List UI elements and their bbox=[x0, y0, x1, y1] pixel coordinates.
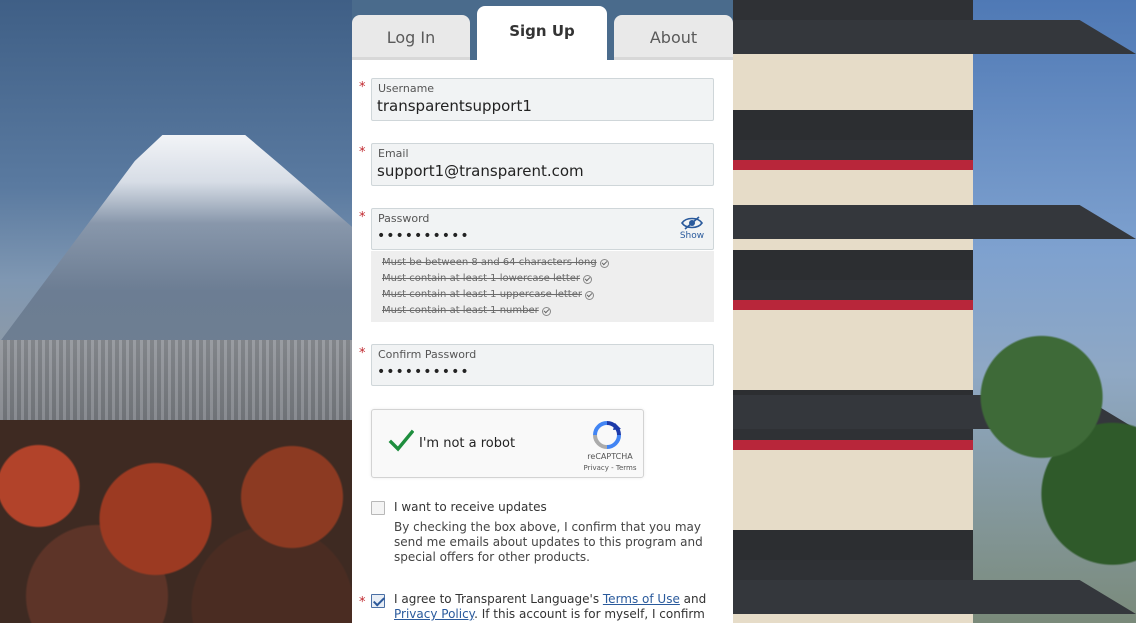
username-value: transparentsupport1 bbox=[377, 97, 532, 115]
password-rule: Must be between 8 and 64 characters long bbox=[382, 255, 714, 271]
pagoda-roof bbox=[733, 205, 1136, 239]
show-password-button[interactable]: Show bbox=[679, 216, 705, 248]
captcha-label: I'm not a robot bbox=[419, 436, 516, 451]
email-value: support1@transparent.com bbox=[377, 162, 584, 180]
check-circle-icon bbox=[599, 258, 609, 268]
signup-panel: * Username transparentsupport1 * Email s… bbox=[352, 60, 733, 623]
eye-icon bbox=[681, 216, 703, 230]
password-value: •••••••••• bbox=[377, 228, 470, 244]
required-marker: * bbox=[359, 80, 366, 95]
password-field[interactable]: Password •••••••••• Show bbox=[371, 208, 714, 250]
updates-description: By checking the box above, I confirm tha… bbox=[394, 520, 703, 564]
email-label: Email bbox=[378, 147, 409, 160]
recaptcha-links[interactable]: Privacy - Terms bbox=[578, 464, 642, 472]
recaptcha-brand: reCAPTCHA bbox=[587, 452, 633, 461]
updates-title: I want to receive updates bbox=[394, 500, 547, 514]
email-field[interactable]: Email support1@transparent.com bbox=[371, 143, 714, 186]
pagoda-roof bbox=[733, 20, 1136, 54]
required-marker: * bbox=[359, 145, 366, 160]
agree-checkbox[interactable] bbox=[371, 594, 385, 608]
password-rule: Must contain at least 1 uppercase letter bbox=[382, 287, 714, 303]
recaptcha-logo-icon bbox=[593, 421, 621, 449]
username-label: Username bbox=[378, 82, 435, 95]
check-circle-icon bbox=[541, 306, 551, 316]
tab-login[interactable]: Log In bbox=[352, 15, 470, 60]
password-rule: Must contain at least 1 number bbox=[382, 303, 714, 319]
recaptcha-widget: I'm not a robot reCAPTCHA Privacy - Term… bbox=[371, 409, 644, 478]
confirm-password-value: •••••••••• bbox=[377, 364, 470, 380]
confirm-password-field[interactable]: Confirm Password •••••••••• bbox=[371, 344, 714, 386]
username-field[interactable]: Username transparentsupport1 bbox=[371, 78, 714, 121]
captcha-checkmark-icon[interactable] bbox=[388, 428, 414, 454]
autumn-trees bbox=[0, 420, 370, 623]
password-label: Password bbox=[378, 212, 430, 225]
required-marker: * bbox=[359, 595, 366, 610]
check-circle-icon bbox=[583, 274, 593, 284]
show-password-label: Show bbox=[679, 231, 705, 241]
password-rules: Must be between 8 and 64 characters long… bbox=[371, 251, 714, 322]
terms-of-use-link[interactable]: Terms of Use bbox=[603, 592, 680, 606]
privacy-policy-link[interactable]: Privacy Policy bbox=[394, 607, 474, 621]
green-trees bbox=[900, 300, 1136, 623]
tab-signup[interactable]: Sign Up bbox=[477, 6, 607, 60]
updates-checkbox[interactable] bbox=[371, 501, 385, 515]
password-rule: Must contain at least 1 lowercase letter bbox=[382, 271, 714, 287]
check-circle-icon bbox=[585, 290, 594, 300]
required-marker: * bbox=[359, 210, 366, 225]
agree-text: I agree to Transparent Language's Terms … bbox=[394, 592, 707, 623]
required-marker: * bbox=[359, 346, 366, 361]
confirm-password-label: Confirm Password bbox=[378, 348, 477, 361]
tab-about[interactable]: About bbox=[614, 15, 733, 60]
